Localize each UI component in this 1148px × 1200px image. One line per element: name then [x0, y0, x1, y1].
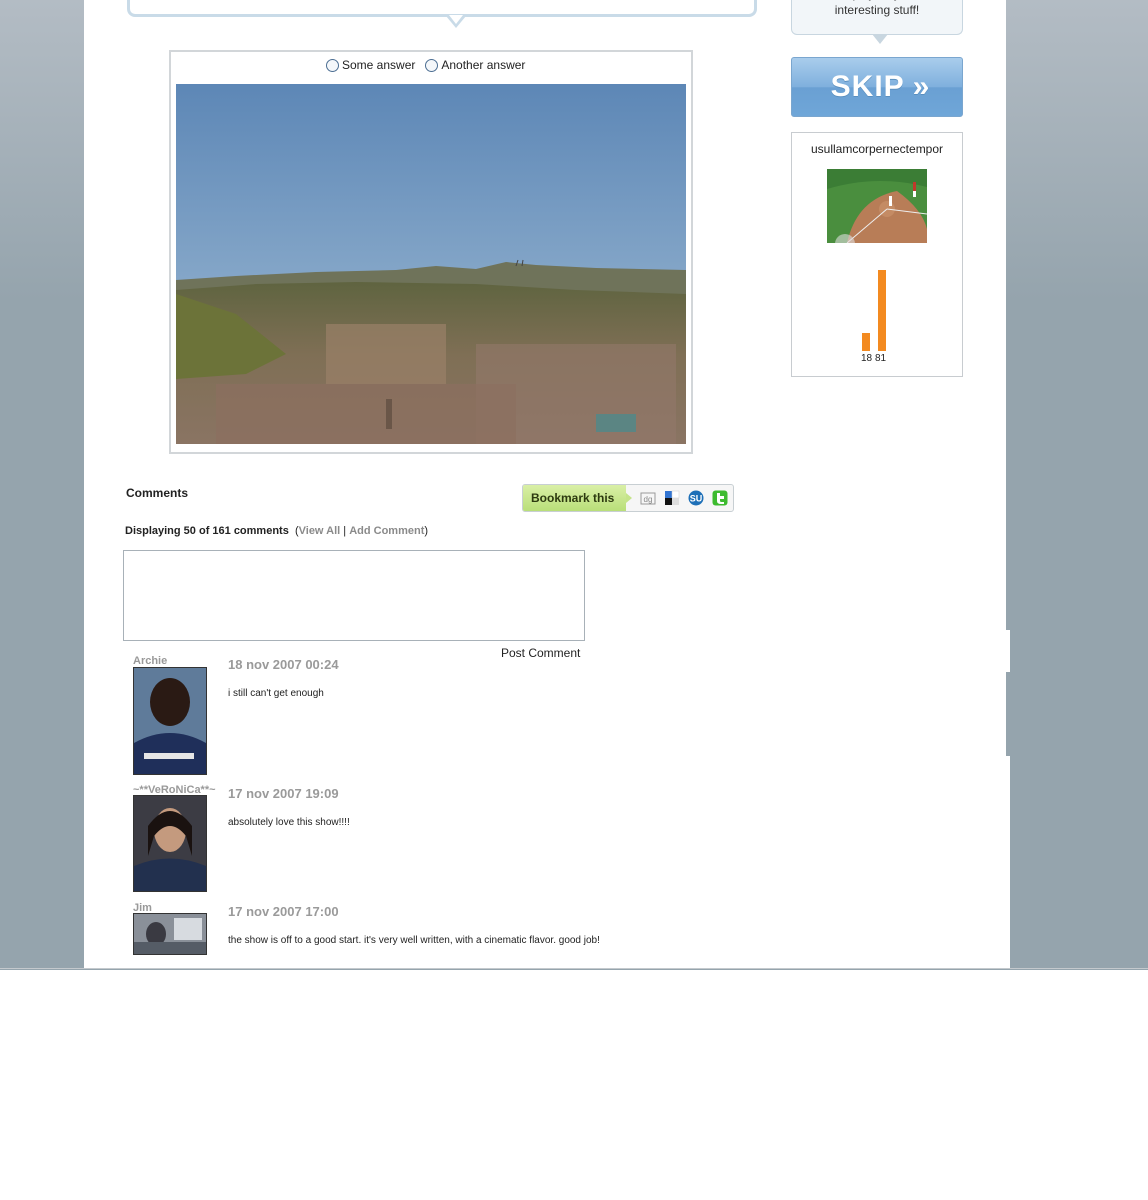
- technorati-icon[interactable]: [712, 490, 728, 506]
- view-all-link[interactable]: View All: [299, 525, 341, 537]
- question-bubble: [127, 0, 757, 17]
- result-bar-label: 81: [875, 353, 887, 364]
- avatar[interactable]: [133, 795, 207, 892]
- wrapper-edge: [1006, 630, 1010, 672]
- add-comment-link[interactable]: Add Comment: [349, 525, 424, 537]
- comments-count: Displaying 50 of 161 comments (View All …: [125, 525, 429, 537]
- comment-date: 17 nov 2007 17:00: [228, 904, 339, 919]
- comment-text: i still can't get enough: [228, 688, 324, 699]
- post-comment-button[interactable]: Post Comment: [501, 646, 580, 660]
- svg-text:SU: SU: [690, 494, 703, 504]
- page-bottom-line: [0, 968, 1148, 969]
- double-chevron-right-icon: »: [912, 70, 930, 103]
- stumbleupon-icon[interactable]: SU: [688, 490, 704, 506]
- poll-photo-landscape: [176, 84, 686, 444]
- radio-button[interactable]: [425, 58, 439, 72]
- digg-icon[interactable]: dg: [640, 490, 656, 506]
- result-bar-label: 18: [861, 353, 873, 364]
- comments-count-text: Displaying 50 of 161 comments: [125, 525, 289, 537]
- radio-button[interactable]: [326, 58, 339, 72]
- svg-text:dg: dg: [644, 495, 653, 504]
- poll-answer-1[interactable]: Some answer: [326, 58, 415, 72]
- delicious-icon[interactable]: [664, 490, 680, 506]
- poll-answer-label: Some answer: [342, 58, 416, 72]
- comment-username[interactable]: Archie: [133, 655, 167, 667]
- comment-textarea[interactable]: [123, 550, 585, 641]
- related-poll-title: usullamcorpernectempor: [810, 142, 944, 156]
- bookmark-button[interactable]: Bookmark this: [523, 485, 633, 511]
- bookmark-bar: Bookmark this dg SU: [522, 484, 734, 512]
- result-bar: [862, 333, 870, 351]
- skip-button[interactable]: SKIP »: [791, 57, 963, 117]
- comment-date: 17 nov 2007 19:09: [228, 786, 339, 801]
- tagline-bubble-tail: [872, 34, 888, 44]
- skip-label: SKIP: [830, 70, 905, 103]
- related-poll-card[interactable]: usullamcorpernectempor 18 81: [791, 132, 963, 377]
- comment-text: absolutely love this show!!!!: [228, 817, 350, 828]
- poll-answer-2[interactable]: Another answer: [425, 58, 525, 72]
- poll-answer-label: Another answer: [441, 58, 526, 72]
- poll-answers: Some answer Another answer: [326, 58, 525, 72]
- comment-date: 18 nov 2007 00:24: [228, 657, 339, 672]
- comment-text: the show is off to a good start. it's ve…: [228, 935, 600, 946]
- tagline-text: N2P display only fun and interesting stu…: [811, 0, 944, 17]
- tagline-bubble: N2P display only fun and interesting stu…: [791, 0, 963, 35]
- poll-panel: Some answer Another answer: [169, 50, 693, 454]
- related-poll-thumbnail[interactable]: [827, 169, 927, 243]
- wrapper-edge-lower: [1006, 756, 1010, 968]
- avatar[interactable]: [133, 913, 207, 955]
- result-bar: [878, 270, 886, 351]
- comments-heading: Comments: [126, 486, 189, 500]
- avatar[interactable]: [133, 667, 207, 775]
